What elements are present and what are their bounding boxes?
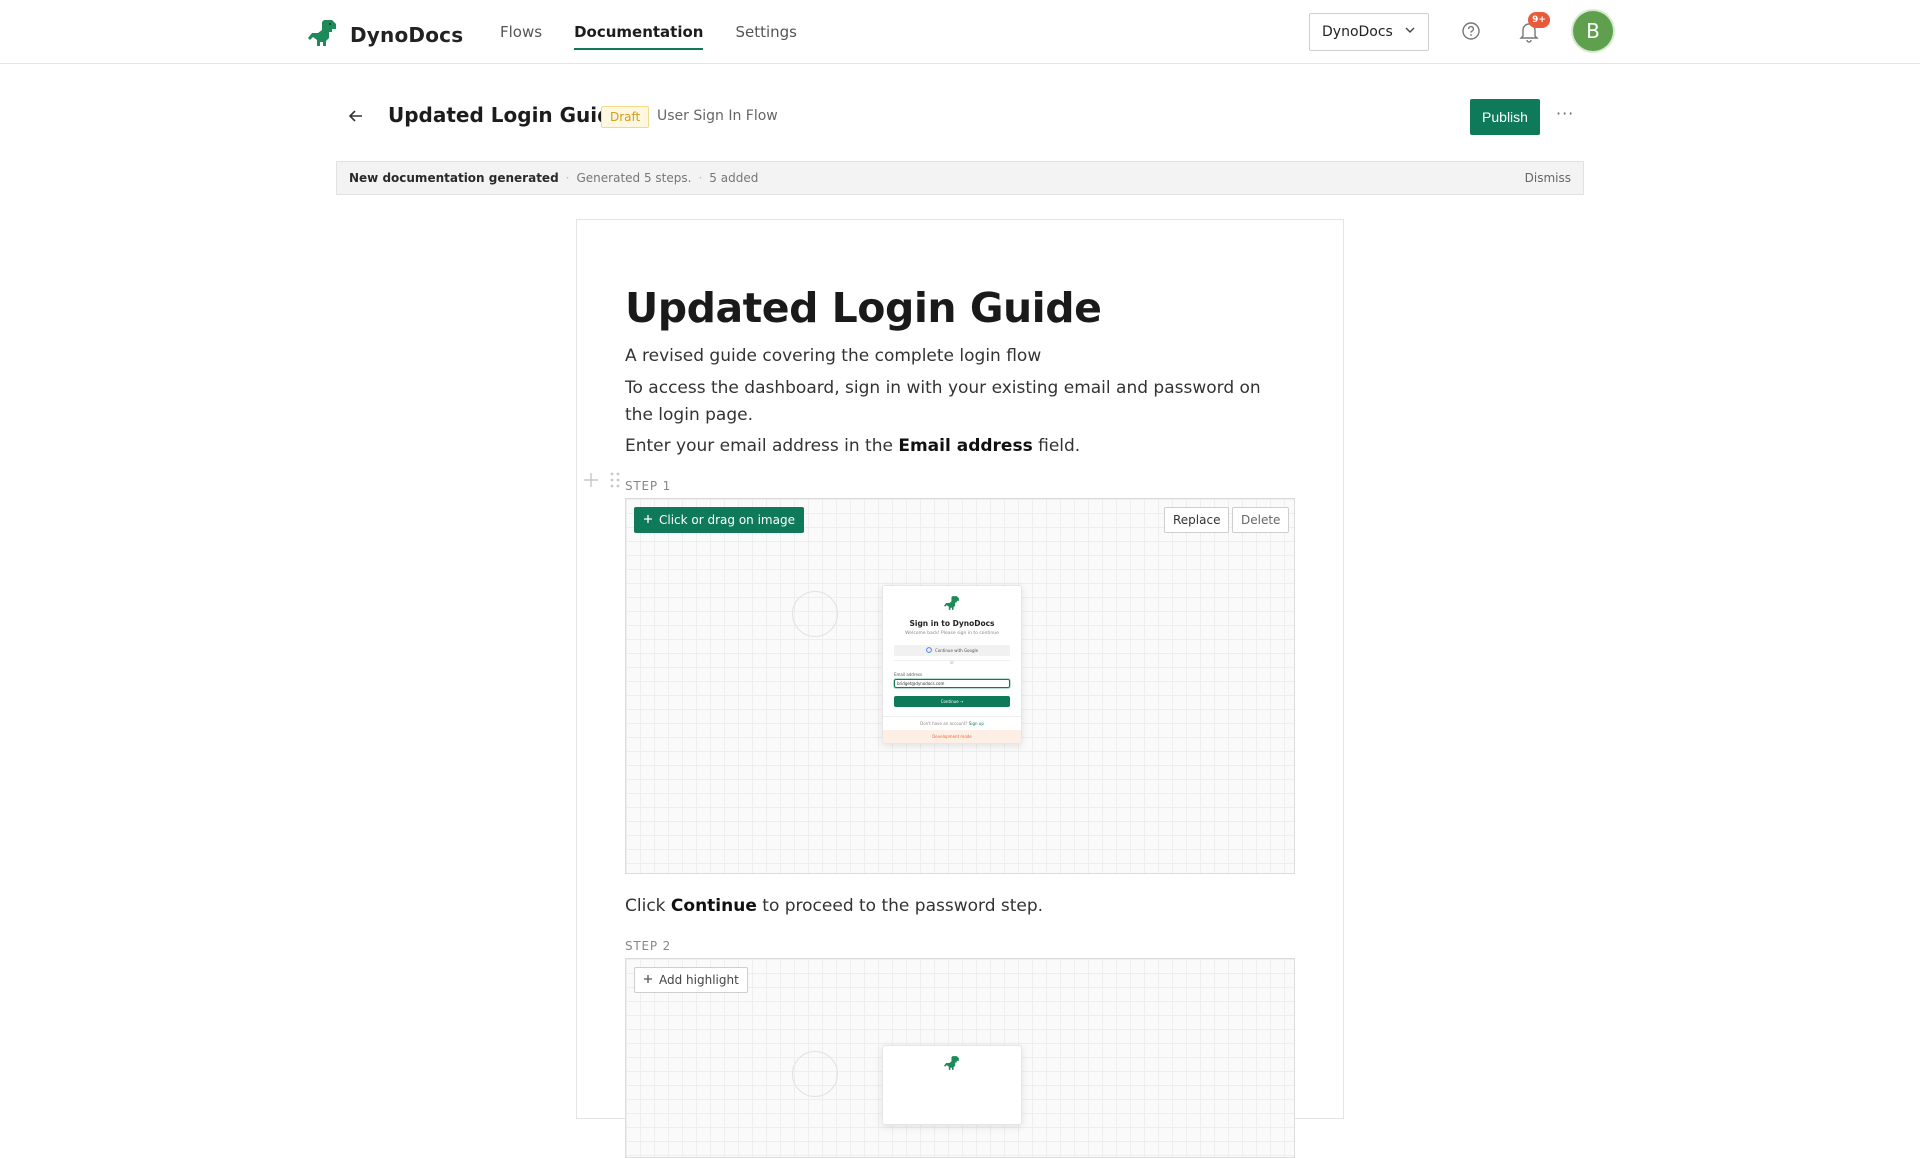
brand-name: DynoDocs [350,23,464,47]
nav-settings[interactable]: Settings [735,0,797,64]
no-account-text: Don't have an account? [920,721,968,726]
dismiss-button[interactable]: Dismiss [1525,171,1571,185]
step1-text-after: field. [1032,436,1081,456]
step2-text-after: to proceed to the password step. [756,896,1044,916]
notification-count-badge: 9+ [1528,12,1550,28]
click-or-drag-label: Click or drag on image [659,513,795,527]
step1-text-bold: Email address [898,436,1033,456]
drag-handle-icon [609,472,621,493]
plus-icon [581,473,601,494]
email-field: bridget@dynodocs.com [894,679,1010,688]
publish-button[interactable]: Publish [1470,99,1540,135]
delete-button[interactable]: Delete [1232,507,1290,533]
notice-separator: · [698,171,703,185]
dino-logo-icon [306,16,340,54]
step2-text-before: Click [625,896,671,916]
dino-logo-icon [883,1054,1021,1076]
nav-documentation[interactable]: Documentation [574,0,704,64]
google-button: Continue with Google [894,645,1010,656]
status-badge: Draft [601,106,650,128]
drag-handle[interactable] [609,471,621,489]
help-icon [1460,22,1482,46]
plus-icon [643,973,653,987]
step2-screenshot[interactable]: Add highlight [625,958,1295,1158]
login-title: Sign in to DynoDocs [909,619,995,628]
step1-instruction[interactable]: Enter your email address in the Email ad… [625,433,1285,460]
signup-prompt: Don't have an account? Sign up [883,716,1021,730]
email-label: Email address [894,672,923,677]
doc-intro[interactable]: To access the dashboard, sign in with yo… [625,375,1285,429]
workspace-select-value: DynoDocs [1322,24,1393,40]
highlight-marker[interactable] [792,591,838,637]
or-divider: or [894,660,1010,665]
dev-mode-banner: Development mode [883,730,1021,743]
document-editor: Updated Login Guide A revised guide cove… [576,219,1344,1158]
login-preview-card [882,1045,1022,1125]
back-button[interactable] [346,106,366,126]
step1-text-before: Enter your email address in the [625,436,899,456]
step1-label: STEP 1 [625,479,672,493]
google-label: Continue with Google [934,648,979,653]
doc-heading[interactable]: Updated Login Guide [625,284,1102,332]
top-navigation-bar: DynoDocs Flows Documentation Settings Dy… [0,0,1920,64]
add-block-button[interactable] [581,470,601,490]
workspace-select[interactable]: DynoDocs [1309,13,1429,51]
plus-icon [643,513,653,527]
notice-detail: Generated 5 steps. [576,171,692,185]
flow-name[interactable]: User Sign In Flow [657,108,778,124]
add-highlight-label: Add highlight [659,973,739,987]
avatar[interactable]: B [1573,11,1613,51]
notice-title: New documentation generated [349,171,559,185]
highlight-marker[interactable] [792,1051,838,1097]
step2-text-bold: Continue [670,896,757,916]
bell-icon [1518,23,1540,47]
chevron-down-icon [1404,24,1416,40]
add-highlight-button[interactable]: Add highlight [634,967,748,993]
login-subtitle: Welcome back! Please sign in to continue [905,631,999,636]
nav-flows[interactable]: Flows [500,0,542,64]
back-arrow-icon [346,110,366,130]
dino-logo-icon [883,594,1021,616]
step2-label: STEP 2 [625,939,672,953]
notice-separator: · [565,171,570,185]
brand[interactable]: DynoDocs [306,16,463,54]
main-nav: Flows Documentation Settings [500,0,797,64]
sign-up-link: Sign up [968,721,984,726]
help-button[interactable] [1460,20,1482,42]
generation-notice: New documentation generated · Generated … [336,161,1584,195]
google-icon [926,647,932,654]
page-title: Updated Login Guide [388,103,626,127]
doc-subtitle[interactable]: A revised guide covering the complete lo… [625,343,1285,370]
login-preview-card: Sign in to DynoDocs Welcome back! Please… [882,585,1022,744]
notice-added: 5 added [709,171,759,185]
step2-instruction[interactable]: Click Continue to proceed to the passwor… [625,893,1285,920]
more-options-button[interactable]: ··· [1556,104,1574,128]
step1-screenshot[interactable]: Click or drag on image Replace Delete Si… [625,498,1295,874]
continue-button: Continue → [894,696,1010,707]
click-or-drag-button[interactable]: Click or drag on image [634,507,804,533]
replace-button[interactable]: Replace [1164,507,1230,533]
